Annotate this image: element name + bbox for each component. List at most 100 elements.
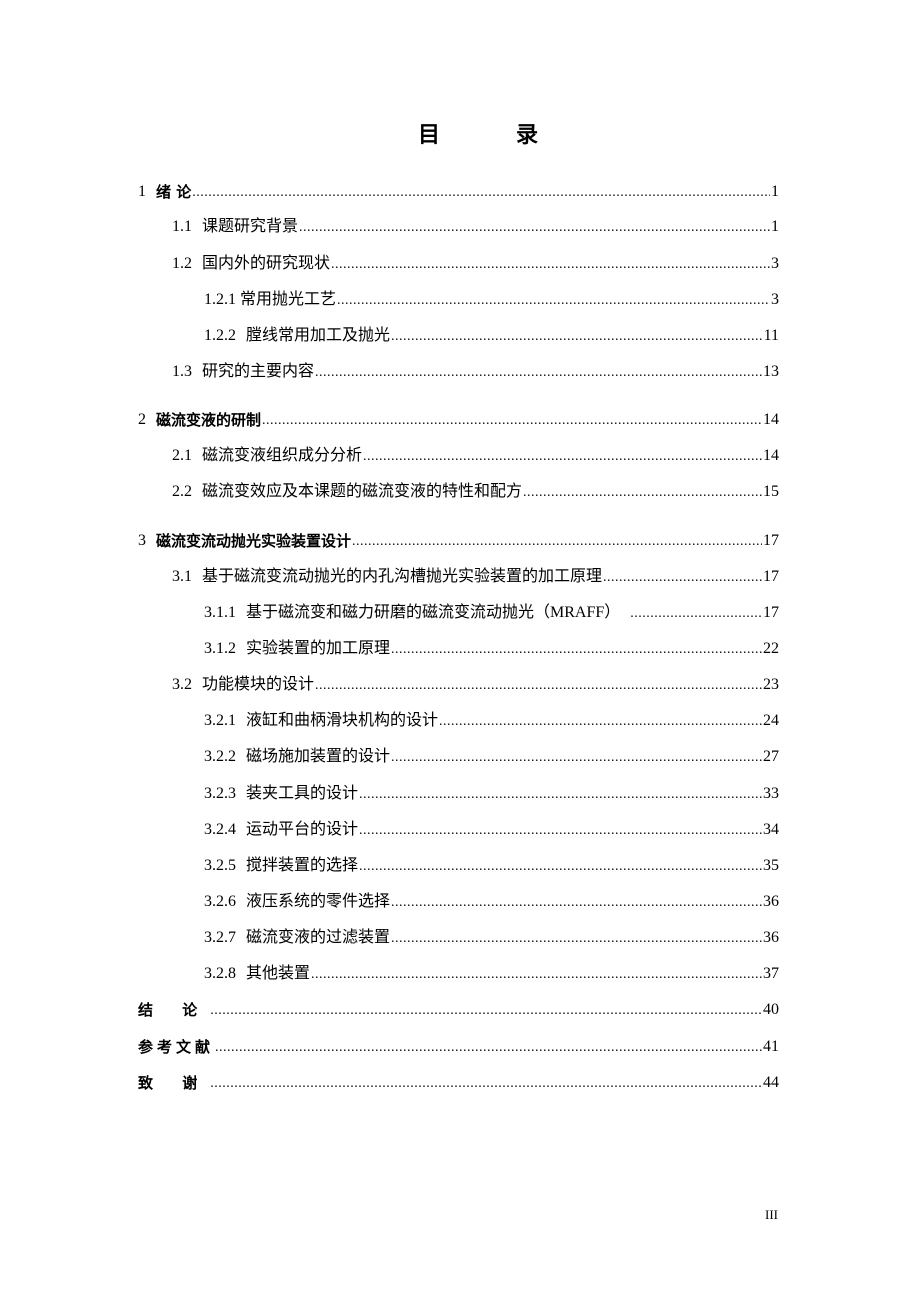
toc-entry-label: 绪 论	[156, 183, 192, 201]
toc-entry-number: 3.1	[172, 568, 192, 585]
toc-entry-page: 23	[763, 676, 779, 693]
dot-leader	[359, 820, 762, 840]
toc-entry-number: 1.2.1	[204, 291, 236, 308]
toc-entry[interactable]: 3 磁流变流动抛光实验装置设计 17	[138, 529, 779, 551]
dot-leader	[391, 892, 762, 912]
toc-entry[interactable]: 3.2.2 磁场施加装置的设计 27	[204, 745, 779, 767]
dot-leader	[391, 928, 762, 948]
toc-entry[interactable]: 3.1 基于磁流变流动抛光的内孔沟槽抛光实验装置的加工原理 17	[172, 565, 779, 587]
toc-entry-references[interactable]: 参考文献 41	[138, 1035, 779, 1057]
toc-entry-page: 17	[763, 532, 779, 549]
toc-entry-label: 磁流变液的过滤装置	[246, 929, 391, 946]
toc-entry[interactable]: 2 磁流变液的研制 14	[138, 408, 779, 430]
dot-leader	[337, 290, 770, 310]
toc-entry[interactable]: 1.2.1 常用抛光工艺 3	[204, 288, 779, 310]
toc-entry-label: 装夹工具的设计	[246, 785, 359, 802]
toc-entry-number: 3.2.5	[204, 857, 236, 874]
toc-entry-page: 34	[763, 821, 779, 838]
toc-entry-page: 14	[763, 411, 779, 428]
toc-entry-number: 2.1	[172, 447, 192, 464]
page-title-char-1: 目	[418, 123, 441, 148]
toc-entry-label: 常用抛光工艺	[240, 291, 337, 308]
toc-entry-page: 36	[763, 893, 779, 910]
toc-entry-label: 其他装置	[246, 965, 311, 982]
toc-entry[interactable]: 2.1 磁流变液组织成分分析 14	[172, 444, 779, 466]
dot-leader	[315, 362, 762, 382]
toc-entry-number: 3.2.4	[204, 821, 236, 838]
toc-entry-label: 课题研究背景	[202, 218, 299, 235]
toc-entry-number: 3.1.2	[204, 640, 236, 657]
toc-entry-label: 膛线常用加工及抛光	[246, 327, 391, 344]
toc-entry-label: 磁流变流动抛光实验装置设计	[156, 532, 352, 550]
toc-entry[interactable]: 3.2.3 装夹工具的设计 33	[204, 782, 779, 804]
toc-entry[interactable]: 3.2.5 搅拌装置的选择 35	[204, 854, 779, 876]
toc-entry-page: 3	[771, 255, 779, 272]
dot-leader	[439, 711, 762, 731]
toc-entry-page: 3	[771, 291, 779, 308]
dot-leader	[210, 1073, 762, 1093]
toc-entry-page: 36	[763, 929, 779, 946]
toc-entry-page: 41	[763, 1038, 779, 1055]
toc-entry-page: 24	[763, 712, 779, 729]
toc-entry-acknowledgements[interactable]: 致 谢 44	[138, 1071, 779, 1093]
toc-entry-label: 参考文献	[138, 1038, 215, 1056]
dot-leader	[315, 675, 762, 695]
toc-entry-page: 13	[763, 363, 779, 380]
toc-entry-number: 1.1	[172, 218, 192, 235]
toc-entry-number: 1.2.2	[204, 327, 236, 344]
dot-leader	[630, 603, 762, 623]
toc-entry[interactable]: 1.2.2 膛线常用加工及抛光 11	[204, 324, 779, 346]
toc-entry[interactable]: 1.2 国内外的研究现状 3	[172, 252, 779, 274]
page-title: 目 录	[0, 122, 920, 152]
toc-entry-page: 1	[771, 183, 779, 200]
dot-leader	[391, 639, 762, 659]
document-page: 目 录 1 绪 论 1 1.1 课题研究背景 1 1.2 国内外的研究现状 3 …	[0, 0, 920, 1302]
toc-entry-page: 15	[763, 483, 779, 500]
toc-entry[interactable]: 3.2.8 其他装置 37	[204, 962, 779, 984]
dot-leader	[192, 182, 770, 202]
dot-leader	[299, 217, 770, 237]
page-title-char-2: 录	[516, 123, 539, 148]
dot-leader	[391, 747, 762, 767]
page-number: III	[765, 1207, 778, 1222]
toc-entry-label: 基于磁流变和磁力研磨的磁流变流动抛光（MRAFF）	[246, 604, 621, 621]
toc-entry[interactable]: 1.3 研究的主要内容 13	[172, 360, 779, 382]
toc-entry-number: 3.2.7	[204, 929, 236, 946]
toc-entry[interactable]: 3.2.4 运动平台的设计 34	[204, 818, 779, 840]
toc-entry-number: 3	[138, 532, 146, 549]
toc-entry-label: 磁流变液的研制	[156, 411, 262, 429]
toc-entry[interactable]: 3.1.1 基于磁流变和磁力研磨的磁流变流动抛光（MRAFF） 17	[204, 601, 779, 623]
dot-leader	[359, 784, 762, 804]
toc-entry[interactable]: 1.1 课题研究背景 1	[172, 215, 779, 237]
toc-entry[interactable]: 3.2 功能模块的设计 23	[172, 673, 779, 695]
toc-entry[interactable]: 3.1.2 实验装置的加工原理 22	[204, 637, 779, 659]
toc-entry[interactable]: 1 绪 论 1	[138, 180, 779, 202]
toc-entry-label: 研究的主要内容	[202, 363, 315, 380]
toc-entry-label: 液压系统的零件选择	[246, 893, 391, 910]
dot-leader	[262, 410, 762, 430]
dot-leader	[352, 531, 762, 551]
dot-leader	[311, 964, 762, 984]
dot-leader	[331, 254, 770, 274]
toc-entry-label: 液缸和曲柄滑块机构的设计	[246, 712, 439, 729]
toc-entry-page: 33	[763, 785, 779, 802]
dot-leader	[523, 482, 762, 502]
toc-entry-label: 基于磁流变流动抛光的内孔沟槽抛光实验装置的加工原理	[202, 568, 603, 585]
toc-entry-label: 运动平台的设计	[246, 821, 359, 838]
toc-entry-page: 1	[771, 218, 779, 235]
toc-entry-label: 功能模块的设计	[202, 676, 315, 693]
toc-entry-label: 磁流变效应及本课题的磁流变液的特性和配方	[202, 483, 523, 500]
toc-entry-page: 11	[763, 327, 779, 344]
toc-entry-page: 17	[763, 568, 779, 585]
toc-entry[interactable]: 2.2 磁流变效应及本课题的磁流变液的特性和配方 15	[172, 480, 779, 502]
toc-entry[interactable]: 3.2.6 液压系统的零件选择 36	[204, 890, 779, 912]
toc-entry-number: 3.2.6	[204, 893, 236, 910]
toc-entry-label: 实验装置的加工原理	[246, 640, 391, 657]
toc-entry[interactable]: 3.2.7 磁流变液的过滤装置 36	[204, 926, 779, 948]
toc-entry-page: 37	[763, 965, 779, 982]
toc-entry-label: 结 论	[138, 1001, 210, 1019]
toc-entry[interactable]: 3.2.1 液缸和曲柄滑块机构的设计 24	[204, 709, 779, 731]
toc-entry-conclusion[interactable]: 结 论 40	[138, 998, 779, 1020]
toc-entry-number: 3.1.1	[204, 604, 236, 621]
toc-entry-number: 3.2.8	[204, 965, 236, 982]
